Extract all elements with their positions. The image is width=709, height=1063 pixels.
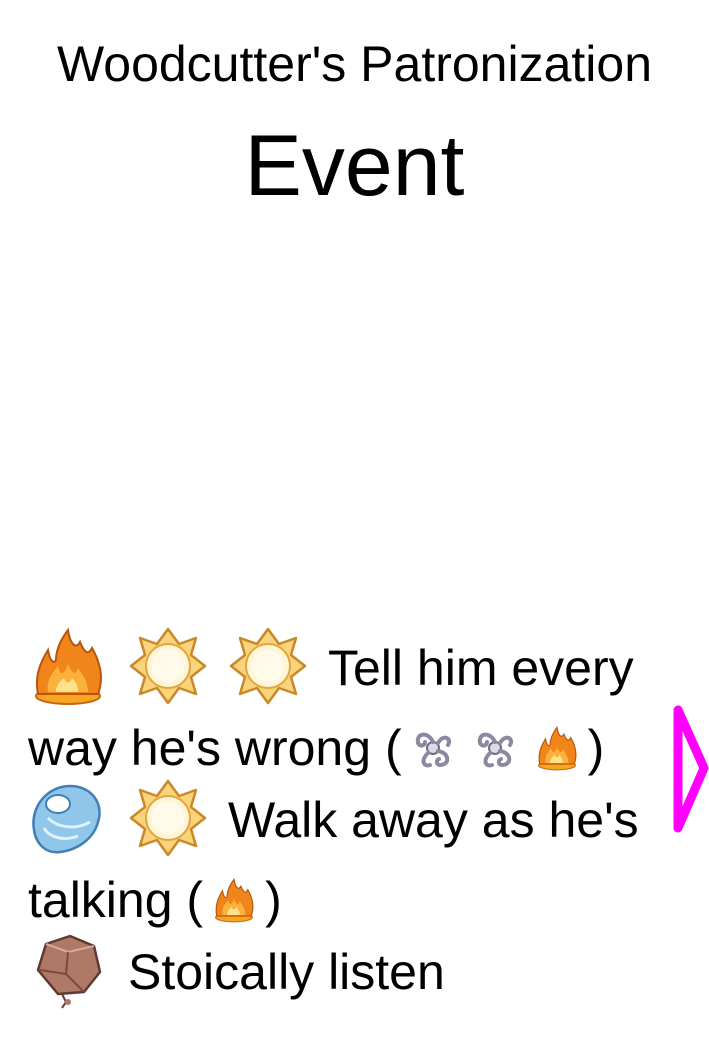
- wind-icon: [472, 725, 518, 771]
- sun-icon: [229, 627, 307, 705]
- fire-icon: [28, 626, 108, 706]
- earth-icon: [28, 930, 108, 1010]
- sun-icon: [128, 778, 208, 858]
- fire-icon: [35, 627, 102, 705]
- earth-icon: [36, 934, 102, 1009]
- fire-icon: [211, 877, 257, 923]
- arrow-right-outline-icon: [673, 705, 709, 833]
- sun-icon: [228, 626, 308, 706]
- choice-1[interactable]: Tell him every way he's wrong (): [28, 627, 688, 784]
- wind-icon: [477, 732, 513, 768]
- wind-icon: [410, 725, 456, 771]
- sun-icon: [129, 627, 207, 705]
- fire-icon: [534, 725, 580, 771]
- choice-list: Tell him every way he's wrong () Walk aw…: [28, 627, 688, 1016]
- choice-2[interactable]: Walk away as he's talking (): [28, 779, 688, 936]
- sun-icon: [129, 779, 207, 857]
- fire-icon: [537, 725, 577, 771]
- fire-icon: [215, 877, 254, 923]
- event-title: Woodcutter's Patronization: [56, 36, 653, 92]
- water-icon: [32, 784, 101, 854]
- choice-3[interactable]: Stoically listen: [28, 934, 688, 1016]
- choice-2-text: Walk away as he's talking: [28, 792, 639, 928]
- choice-3-text: Stoically listen: [128, 944, 445, 1001]
- next-arrow-button[interactable]: [672, 704, 709, 834]
- water-icon: [28, 778, 108, 858]
- sun-icon: [128, 626, 208, 706]
- event-heading: Event: [244, 118, 465, 214]
- wind-icon: [415, 732, 451, 768]
